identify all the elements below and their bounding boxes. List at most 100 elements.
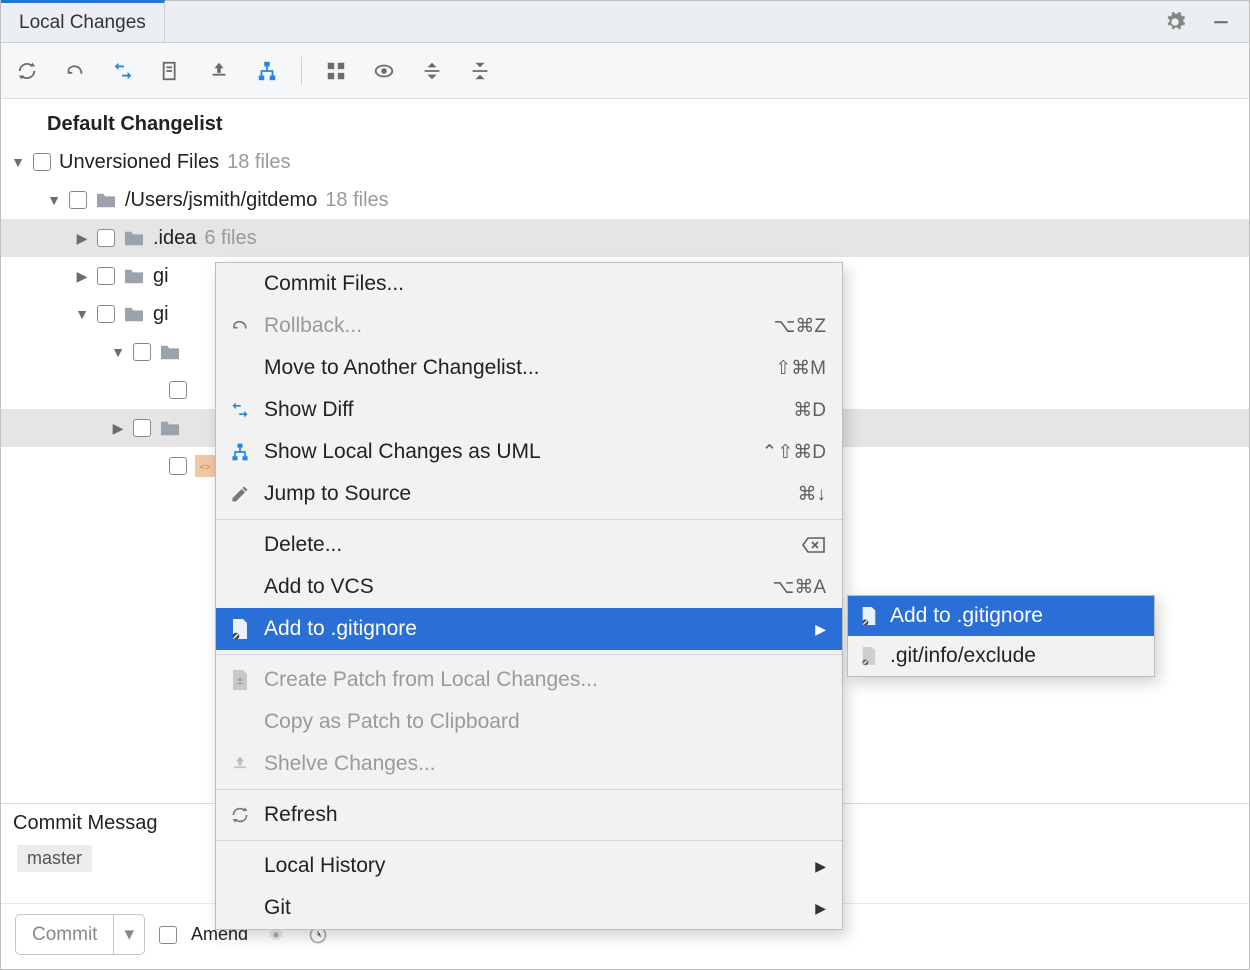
submenu-add-to-gitignore[interactable]: Add to .gitignore <box>848 596 1154 636</box>
collapse-icon[interactable] <box>466 57 494 85</box>
folder-icon <box>123 229 145 247</box>
commit-button-label: Commit <box>16 916 113 954</box>
menu-create-patch: ± Create Patch from Local Changes... <box>216 659 842 701</box>
menu-label: Commit Files... <box>264 272 404 296</box>
tab-local-changes[interactable]: Local Changes <box>1 0 165 42</box>
unversioned-files-node[interactable]: ▼ Unversioned Files 18 files <box>1 143 1249 181</box>
group-icon[interactable] <box>322 57 350 85</box>
tabbar: Local Changes <box>1 1 1249 43</box>
branch-chip[interactable]: master <box>17 845 92 872</box>
amend-checkbox[interactable] <box>159 926 177 944</box>
chevron-right-icon[interactable]: ▶ <box>111 417 125 439</box>
root-folder-node[interactable]: ▼ /Users/jsmith/gitdemo 18 files <box>1 181 1249 219</box>
changelist-icon[interactable] <box>157 57 185 85</box>
compare-arrows-icon <box>228 398 252 422</box>
menu-label: Move to Another Changelist... <box>264 356 540 380</box>
menu-jump-to-source[interactable]: Jump to Source ⌘↓ <box>216 473 842 515</box>
menu-add-to-gitignore[interactable]: Add to .gitignore ▶ <box>216 608 842 650</box>
minimize-icon[interactable] <box>1207 8 1235 36</box>
menu-label: Add to .gitignore <box>264 617 417 641</box>
submenu-label: Add to .gitignore <box>890 604 1043 628</box>
commit-button[interactable]: Commit ▾ <box>15 914 145 955</box>
changelist-header[interactable]: Default Changelist <box>1 105 1249 143</box>
idea-folder-node[interactable]: ▶ .idea 6 files <box>1 219 1249 257</box>
folder-icon <box>159 343 181 361</box>
undo-icon[interactable] <box>61 57 89 85</box>
expand-icon[interactable] <box>418 57 446 85</box>
menu-local-history[interactable]: Local History ▶ <box>216 845 842 887</box>
folder-label: gi <box>153 260 169 292</box>
edit-icon <box>228 482 252 506</box>
shortcut: ⌘↓ <box>798 483 827 506</box>
folder-icon <box>123 267 145 285</box>
chevron-right-icon[interactable]: ▶ <box>75 265 89 287</box>
chevron-right-icon: ▶ <box>815 900 826 917</box>
checkbox[interactable] <box>97 305 115 323</box>
delete-key-icon <box>802 536 826 554</box>
file-ignore-icon <box>858 605 880 627</box>
chevron-right-icon[interactable]: ▶ <box>75 227 89 249</box>
submenu-git-info-exclude[interactable]: .git/info/exclude <box>848 636 1154 676</box>
commit-dropdown[interactable]: ▾ <box>113 915 144 954</box>
shortcut: ⇧⌘M <box>775 357 826 380</box>
patch-icon: ± <box>228 668 252 692</box>
toolbar <box>1 43 1249 99</box>
chevron-down-icon[interactable]: ▼ <box>111 341 125 363</box>
undo-icon <box>228 314 252 338</box>
checkbox[interactable] <box>169 381 187 399</box>
menu-label: Add to VCS <box>264 575 374 599</box>
menu-show-diff[interactable]: Show Diff ⌘D <box>216 389 842 431</box>
menu-label: Rollback... <box>264 314 362 338</box>
menu-move-changelist[interactable]: Move to Another Changelist... ⇧⌘M <box>216 347 842 389</box>
menu-copy-patch: Copy as Patch to Clipboard <box>216 701 842 743</box>
menu-delete[interactable]: Delete... <box>216 524 842 566</box>
shortcut: ⌥⌘Z <box>773 315 826 338</box>
folder-icon <box>159 419 181 437</box>
menu-label: Jump to Source <box>264 482 411 506</box>
checkbox[interactable] <box>169 457 187 475</box>
refresh-icon[interactable] <box>13 57 41 85</box>
menu-label: Git <box>264 896 291 920</box>
chevron-down-icon[interactable]: ▼ <box>47 189 61 211</box>
menu-show-uml[interactable]: Show Local Changes as UML ⌃⇧⌘D <box>216 431 842 473</box>
checkbox[interactable] <box>97 267 115 285</box>
html-file-icon: <> <box>195 455 215 477</box>
svg-text:±: ± <box>237 675 243 687</box>
shortcut: ⌃⇧⌘D <box>761 441 826 464</box>
checkbox[interactable] <box>69 191 87 209</box>
chevron-down-icon[interactable]: ▼ <box>11 151 25 173</box>
menu-label: Create Patch from Local Changes... <box>264 668 598 692</box>
preview-icon[interactable] <box>370 57 398 85</box>
menu-refresh[interactable]: Refresh <box>216 794 842 836</box>
menu-label: Local History <box>264 854 385 878</box>
shortcut: ⌥⌘A <box>772 576 826 599</box>
file-ignore-icon <box>228 617 252 641</box>
shelf-icon <box>228 752 252 776</box>
commit-message-label: Commit Messag <box>13 812 157 834</box>
checkbox[interactable] <box>133 343 151 361</box>
unversioned-label: Unversioned Files <box>59 146 219 178</box>
gitignore-submenu: Add to .gitignore .git/info/exclude <box>847 595 1155 677</box>
menu-label: Refresh <box>264 803 338 827</box>
context-menu: Commit Files... Rollback... ⌥⌘Z Move to … <box>215 262 843 930</box>
file-count: 18 files <box>227 146 290 178</box>
menu-label: Show Local Changes as UML <box>264 440 541 464</box>
menu-add-to-vcs[interactable]: Add to VCS ⌥⌘A <box>216 566 842 608</box>
svg-text:<>: <> <box>200 462 211 472</box>
checkbox[interactable] <box>33 153 51 171</box>
folder-icon <box>95 191 117 209</box>
checkbox[interactable] <box>133 419 151 437</box>
compare-arrows-icon[interactable] <box>109 57 137 85</box>
menu-commit-files[interactable]: Commit Files... <box>216 263 842 305</box>
file-count: 6 files <box>204 222 256 254</box>
menu-label: Show Diff <box>264 398 354 422</box>
uml-icon <box>228 440 252 464</box>
menu-label: Shelve Changes... <box>264 752 436 776</box>
menu-git[interactable]: Git ▶ <box>216 887 842 929</box>
uml-icon[interactable] <box>253 57 281 85</box>
checkbox[interactable] <box>97 229 115 247</box>
root-path-label: /Users/jsmith/gitdemo <box>125 184 317 216</box>
chevron-down-icon[interactable]: ▼ <box>75 303 89 325</box>
gear-icon[interactable] <box>1161 8 1189 36</box>
shelf-icon[interactable] <box>205 57 233 85</box>
